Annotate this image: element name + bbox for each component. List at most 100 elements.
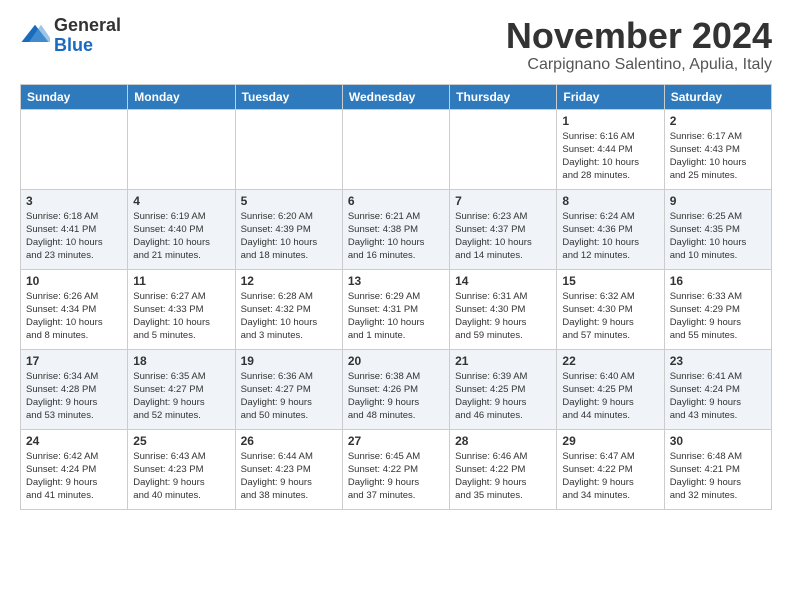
calendar-cell: 3Sunrise: 6:18 AM Sunset: 4:41 PM Daylig…	[21, 189, 128, 269]
day-number: 30	[670, 434, 766, 448]
calendar-cell	[450, 109, 557, 189]
day-info: Sunrise: 6:25 AM Sunset: 4:35 PM Dayligh…	[670, 210, 766, 263]
weekday-header-monday: Monday	[128, 84, 235, 109]
day-info: Sunrise: 6:32 AM Sunset: 4:30 PM Dayligh…	[562, 290, 658, 343]
day-number: 4	[133, 194, 229, 208]
day-info: Sunrise: 6:23 AM Sunset: 4:37 PM Dayligh…	[455, 210, 551, 263]
day-number: 9	[670, 194, 766, 208]
calendar-cell: 29 Sunrise: 6:47 AM Sunset: 4:22 PM Dayli…	[557, 429, 664, 509]
calendar-cell: 10 Sunrise: 6:26 AM Sunset: 4:34 PM Dayli…	[21, 269, 128, 349]
calendar-cell: 9 Sunrise: 6:25 AM Sunset: 4:35 PM Daylig…	[664, 189, 771, 269]
calendar-cell: 1 Sunrise: 6:16 AM Sunset: 4:44 PM Daylig…	[557, 109, 664, 189]
calendar-week-4: 24 Sunrise: 6:42 AM Sunset: 4:24 PM Dayli…	[21, 429, 772, 509]
calendar-cell: 21Sunrise: 6:39 AM Sunset: 4:25 PM Dayli…	[450, 349, 557, 429]
day-info: Sunrise: 6:24 AM Sunset: 4:36 PM Dayligh…	[562, 210, 658, 263]
header: General Blue November 2024 Carpignano Sa…	[20, 16, 772, 74]
day-info: Sunrise: 6:26 AM Sunset: 4:34 PM Dayligh…	[26, 290, 122, 343]
logo: General Blue	[20, 16, 121, 56]
calendar-week-2: 10 Sunrise: 6:26 AM Sunset: 4:34 PM Dayli…	[21, 269, 772, 349]
day-number: 7	[455, 194, 551, 208]
day-info: Sunrise: 6:19 AM Sunset: 4:40 PM Dayligh…	[133, 210, 229, 263]
day-info: Sunrise: 6:45 AM Sunset: 4:22 PM Dayligh…	[348, 450, 444, 503]
calendar-cell: 23 Sunrise: 6:41 AM Sunset: 4:24 PM Dayli…	[664, 349, 771, 429]
day-number: 18	[133, 354, 229, 368]
calendar-cell: 16 Sunrise: 6:33 AM Sunset: 4:29 PM Dayli…	[664, 269, 771, 349]
day-info: Sunrise: 6:36 AM Sunset: 4:27 PM Dayligh…	[241, 370, 337, 423]
day-number: 14	[455, 274, 551, 288]
month-title: November 2024	[506, 16, 772, 56]
day-number: 22	[562, 354, 658, 368]
day-number: 27	[348, 434, 444, 448]
day-info: Sunrise: 6:34 AM Sunset: 4:28 PM Dayligh…	[26, 370, 122, 423]
calendar-cell: 4 Sunrise: 6:19 AM Sunset: 4:40 PM Daylig…	[128, 189, 235, 269]
weekday-header-wednesday: Wednesday	[342, 84, 449, 109]
weekday-header-saturday: Saturday	[664, 84, 771, 109]
day-number: 8	[562, 194, 658, 208]
day-info: Sunrise: 6:16 AM Sunset: 4:44 PM Dayligh…	[562, 130, 658, 183]
day-info: Sunrise: 6:41 AM Sunset: 4:24 PM Dayligh…	[670, 370, 766, 423]
day-info: Sunrise: 6:46 AM Sunset: 4:22 PM Dayligh…	[455, 450, 551, 503]
day-info: Sunrise: 6:42 AM Sunset: 4:24 PM Dayligh…	[26, 450, 122, 503]
calendar-cell: 7 Sunrise: 6:23 AM Sunset: 4:37 PM Daylig…	[450, 189, 557, 269]
day-info: Sunrise: 6:20 AM Sunset: 4:39 PM Dayligh…	[241, 210, 337, 263]
day-number: 15	[562, 274, 658, 288]
day-number: 11	[133, 274, 229, 288]
logo-text: General Blue	[54, 16, 121, 56]
calendar-week-0: 1 Sunrise: 6:16 AM Sunset: 4:44 PM Daylig…	[21, 109, 772, 189]
logo-icon	[20, 21, 50, 51]
day-info: Sunrise: 6:27 AM Sunset: 4:33 PM Dayligh…	[133, 290, 229, 343]
weekday-header-tuesday: Tuesday	[235, 84, 342, 109]
calendar-cell: 25Sunrise: 6:43 AM Sunset: 4:23 PM Dayli…	[128, 429, 235, 509]
calendar-cell: 5 Sunrise: 6:20 AM Sunset: 4:39 PM Daylig…	[235, 189, 342, 269]
calendar-body: 1 Sunrise: 6:16 AM Sunset: 4:44 PM Daylig…	[21, 109, 772, 509]
calendar-cell: 20 Sunrise: 6:38 AM Sunset: 4:26 PM Dayli…	[342, 349, 449, 429]
calendar-cell: 2Sunrise: 6:17 AM Sunset: 4:43 PM Daylig…	[664, 109, 771, 189]
day-number: 20	[348, 354, 444, 368]
location: Carpignano Salentino, Apulia, Italy	[506, 56, 772, 74]
weekday-header-thursday: Thursday	[450, 84, 557, 109]
calendar-header: SundayMondayTuesdayWednesdayThursdayFrid…	[21, 84, 772, 109]
day-number: 5	[241, 194, 337, 208]
logo-blue: Blue	[54, 35, 93, 55]
day-number: 28	[455, 434, 551, 448]
calendar-week-1: 3Sunrise: 6:18 AM Sunset: 4:41 PM Daylig…	[21, 189, 772, 269]
calendar-cell: 30 Sunrise: 6:48 AM Sunset: 4:21 PM Dayli…	[664, 429, 771, 509]
weekday-header-friday: Friday	[557, 84, 664, 109]
day-number: 16	[670, 274, 766, 288]
day-number: 1	[562, 114, 658, 128]
day-info: Sunrise: 6:48 AM Sunset: 4:21 PM Dayligh…	[670, 450, 766, 503]
calendar-cell	[128, 109, 235, 189]
day-number: 6	[348, 194, 444, 208]
day-info: Sunrise: 6:28 AM Sunset: 4:32 PM Dayligh…	[241, 290, 337, 343]
calendar-cell: 24 Sunrise: 6:42 AM Sunset: 4:24 PM Dayli…	[21, 429, 128, 509]
day-number: 10	[26, 274, 122, 288]
logo-general: General	[54, 15, 121, 35]
day-number: 29	[562, 434, 658, 448]
day-number: 19	[241, 354, 337, 368]
day-number: 17	[26, 354, 122, 368]
calendar-cell: 26Sunrise: 6:44 AM Sunset: 4:23 PM Dayli…	[235, 429, 342, 509]
calendar-cell	[21, 109, 128, 189]
day-info: Sunrise: 6:47 AM Sunset: 4:22 PM Dayligh…	[562, 450, 658, 503]
day-number: 12	[241, 274, 337, 288]
calendar-cell: 11 Sunrise: 6:27 AM Sunset: 4:33 PM Dayli…	[128, 269, 235, 349]
day-number: 25	[133, 434, 229, 448]
calendar-cell: 28 Sunrise: 6:46 AM Sunset: 4:22 PM Dayli…	[450, 429, 557, 509]
day-number: 24	[26, 434, 122, 448]
day-number: 3	[26, 194, 122, 208]
weekday-header-sunday: Sunday	[21, 84, 128, 109]
day-number: 23	[670, 354, 766, 368]
day-number: 13	[348, 274, 444, 288]
day-info: Sunrise: 6:29 AM Sunset: 4:31 PM Dayligh…	[348, 290, 444, 343]
day-info: Sunrise: 6:33 AM Sunset: 4:29 PM Dayligh…	[670, 290, 766, 343]
day-info: Sunrise: 6:40 AM Sunset: 4:25 PM Dayligh…	[562, 370, 658, 423]
calendar-cell	[342, 109, 449, 189]
calendar-cell: 8 Sunrise: 6:24 AM Sunset: 4:36 PM Daylig…	[557, 189, 664, 269]
calendar-cell: 12 Sunrise: 6:28 AM Sunset: 4:32 PM Dayli…	[235, 269, 342, 349]
day-number: 26	[241, 434, 337, 448]
calendar-cell: 19 Sunrise: 6:36 AM Sunset: 4:27 PM Dayli…	[235, 349, 342, 429]
day-info: Sunrise: 6:38 AM Sunset: 4:26 PM Dayligh…	[348, 370, 444, 423]
calendar-cell: 13 Sunrise: 6:29 AM Sunset: 4:31 PM Dayli…	[342, 269, 449, 349]
calendar-table: SundayMondayTuesdayWednesdayThursdayFrid…	[20, 84, 772, 510]
day-info: Sunrise: 6:17 AM Sunset: 4:43 PM Dayligh…	[670, 130, 766, 183]
